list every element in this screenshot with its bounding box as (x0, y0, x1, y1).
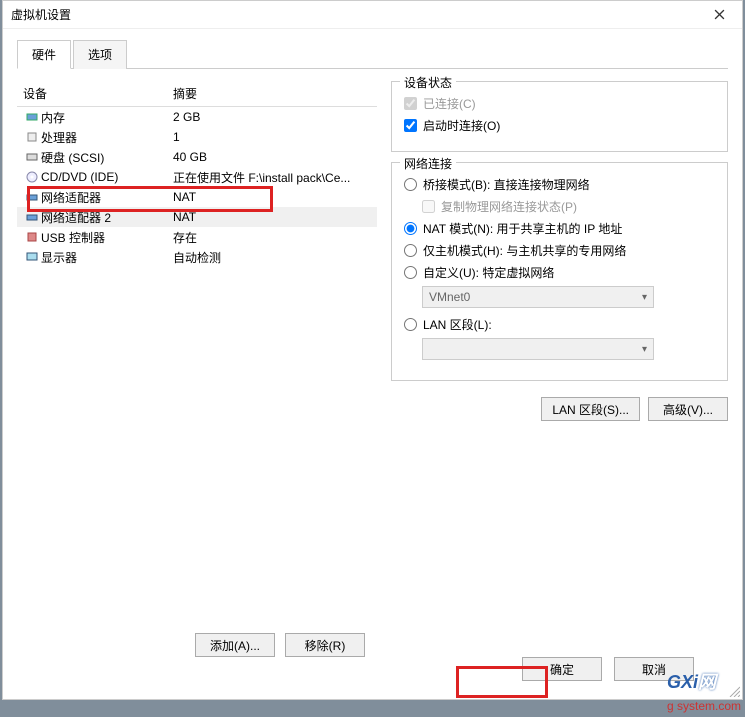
chevron-down-icon: ▾ (642, 344, 647, 355)
device-name: 网络适配器 2 (41, 209, 173, 226)
advanced-button[interactable]: 高级(V)... (648, 397, 728, 421)
nat-label: NAT 模式(N): 用于共享主机的 IP 地址 (423, 220, 622, 237)
ok-button[interactable]: 确定 (522, 657, 602, 681)
network-icon (25, 210, 39, 224)
connect-on-start-checkbox[interactable]: 启动时连接(O) (404, 117, 715, 134)
device-row-net1[interactable]: 网络适配器 NAT (17, 187, 377, 207)
connected-label: 已连接(C) (423, 95, 476, 112)
device-row-cd[interactable]: CD/DVD (IDE) 正在使用文件 F:\install pack\Ce..… (17, 167, 377, 187)
device-name: 内存 (41, 109, 173, 126)
group-title: 网络连接 (400, 155, 456, 172)
connected-checkbox: 已连接(C) (404, 95, 715, 112)
content-area: 硬件 选项 设备 摘要 内存 2 GB 处理器 (3, 29, 742, 431)
device-header: 设备 摘要 (17, 81, 377, 107)
device-summary: 自动检测 (173, 249, 371, 266)
custom-radio[interactable]: 自定义(U): 特定虚拟网络 (404, 264, 715, 281)
watermark: GXi网 g system.com (667, 668, 741, 715)
bridged-label: 桥接模式(B): 直接连接物理网络 (423, 176, 590, 193)
device-name: 网络适配器 (41, 189, 173, 206)
memory-icon (25, 110, 39, 124)
device-name: 显示器 (41, 249, 173, 266)
device-summary: 存在 (173, 229, 371, 246)
window-title: 虚拟机设置 (11, 6, 71, 23)
col-device: 设备 (23, 85, 173, 102)
custom-input[interactable] (404, 266, 417, 279)
titlebar: 虚拟机设置 (3, 1, 742, 29)
lan-combo: ▾ (422, 338, 654, 360)
device-name: 硬盘 (SCSI) (41, 149, 173, 166)
device-list: 内存 2 GB 处理器 1 硬盘 (SCSI) 40 GB (17, 107, 377, 267)
custom-label: 自定义(U): 特定虚拟网络 (423, 264, 554, 281)
chevron-down-icon: ▾ (642, 292, 647, 303)
tab-options[interactable]: 选项 (73, 40, 127, 69)
close-button[interactable] (704, 1, 734, 29)
cpu-icon (25, 130, 39, 144)
network-buttons: LAN 区段(S)... 高级(V)... (391, 397, 728, 421)
remove-button[interactable]: 移除(R) (285, 633, 365, 657)
device-status-group: 设备状态 已连接(C) 启动时连接(O) (391, 81, 728, 152)
bridged-radio[interactable]: 桥接模式(B): 直接连接物理网络 (404, 176, 715, 193)
lan-segments-button[interactable]: LAN 区段(S)... (541, 397, 640, 421)
device-summary: NAT (173, 190, 371, 204)
display-icon (25, 250, 39, 264)
device-row-disk[interactable]: 硬盘 (SCSI) 40 GB (17, 147, 377, 167)
device-summary: 40 GB (173, 150, 371, 164)
lan-radio[interactable]: LAN 区段(L): (404, 316, 715, 333)
settings-pane: 设备状态 已连接(C) 启动时连接(O) 网络连接 桥接模式(B): 直接连接物… (391, 81, 728, 421)
device-row-cpu[interactable]: 处理器 1 (17, 127, 377, 147)
connected-input (404, 97, 417, 110)
add-button[interactable]: 添加(A)... (195, 633, 275, 657)
device-summary: 1 (173, 130, 371, 144)
device-row-display[interactable]: 显示器 自动检测 (17, 247, 377, 267)
disk-icon (25, 150, 39, 164)
device-row-usb[interactable]: USB 控制器 存在 (17, 227, 377, 247)
device-name: 处理器 (41, 129, 173, 146)
device-summary: NAT (173, 210, 371, 224)
custom-vmnet-combo: VMnet0 ▾ (422, 286, 654, 308)
cd-icon (25, 170, 39, 184)
group-title: 设备状态 (400, 74, 456, 91)
network-icon (25, 190, 39, 204)
connect-on-start-input[interactable] (404, 119, 417, 132)
nat-input[interactable] (404, 222, 417, 235)
custom-vmnet-value: VMnet0 (429, 290, 470, 304)
usb-icon (25, 230, 39, 244)
close-icon (714, 9, 725, 20)
lan-input[interactable] (404, 318, 417, 331)
hostonly-input[interactable] (404, 244, 417, 257)
device-row-memory[interactable]: 内存 2 GB (17, 107, 377, 127)
replicate-input (422, 200, 435, 213)
hostonly-radio[interactable]: 仅主机模式(H): 与主机共享的专用网络 (404, 242, 715, 259)
settings-window: 虚拟机设置 硬件 选项 设备 摘要 内存 2 GB (2, 0, 743, 700)
tab-bar: 硬件 选项 (17, 39, 728, 69)
hostonly-label: 仅主机模式(H): 与主机共享的专用网络 (423, 242, 626, 259)
device-name: USB 控制器 (41, 229, 173, 246)
replicate-label: 复制物理网络连接状态(P) (441, 198, 577, 215)
bridged-input[interactable] (404, 178, 417, 191)
device-pane: 设备 摘要 内存 2 GB 处理器 1 (17, 81, 377, 421)
main-panels: 设备 摘要 内存 2 GB 处理器 1 (17, 81, 728, 421)
device-row-net2[interactable]: 网络适配器 2 NAT (17, 207, 377, 227)
tab-hardware[interactable]: 硬件 (17, 40, 71, 69)
device-name: CD/DVD (IDE) (41, 170, 173, 184)
replicate-checkbox: 复制物理网络连接状态(P) (422, 198, 715, 215)
device-summary: 正在使用文件 F:\install pack\Ce... (173, 169, 371, 186)
col-summary: 摘要 (173, 85, 371, 102)
connect-on-start-label: 启动时连接(O) (423, 117, 500, 134)
device-summary: 2 GB (173, 110, 371, 124)
nat-radio[interactable]: NAT 模式(N): 用于共享主机的 IP 地址 (404, 220, 715, 237)
lan-label: LAN 区段(L): (423, 316, 492, 333)
network-connection-group: 网络连接 桥接模式(B): 直接连接物理网络 复制物理网络连接状态(P) NAT… (391, 162, 728, 381)
device-action-buttons: 添加(A)... 移除(R) (195, 633, 365, 657)
